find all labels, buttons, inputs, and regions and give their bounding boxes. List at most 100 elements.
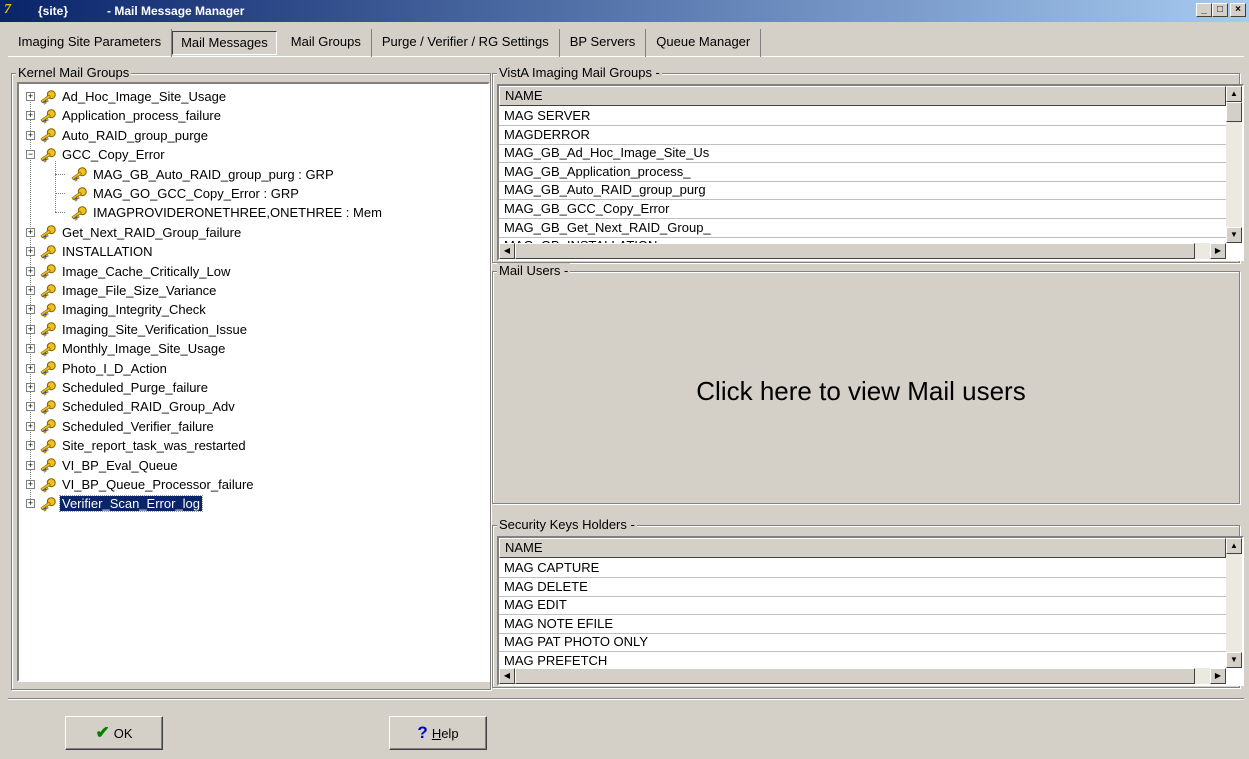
key-icon (38, 398, 58, 416)
expand-icon[interactable]: + (26, 363, 35, 373)
scroll-thumb[interactable] (515, 668, 1195, 684)
maximize-button[interactable]: □ (1212, 3, 1228, 17)
tab-mail-groups[interactable]: Mail Groups (281, 29, 372, 57)
tree-child-item[interactable]: IMAGPROVIDERONETHREE,ONETHREE : Mem (57, 203, 384, 222)
tree-child-item[interactable]: MAG_GO_GCC_Copy_Error : GRP (57, 184, 301, 203)
expand-icon[interactable]: + (26, 247, 35, 257)
tree-item[interactable]: + Scheduled_RAID_Group_Adv (26, 397, 237, 416)
vista-vertical-scrollbar[interactable]: ▲ ▼ (1226, 86, 1242, 243)
collapse-icon[interactable]: − (26, 150, 35, 160)
tree-item[interactable]: + VI_BP_Queue_Processor_failure (26, 475, 256, 494)
kernel-mail-groups-tree[interactable]: + Ad_Hoc_Image_Site_Usage + Application_pro… (17, 82, 490, 682)
tab-queue-manager[interactable]: Queue Manager (646, 29, 762, 57)
tree-item-label: VI_BP_Queue_Processor_failure (62, 477, 254, 492)
tree-item[interactable]: + Ad_Hoc_Image_Site_Usage (26, 87, 228, 106)
minimize-button[interactable]: _ (1196, 3, 1212, 17)
tree-item[interactable]: + Site_report_task_was_restarted (26, 436, 248, 455)
grid-row[interactable]: MAGDERROR (499, 126, 1226, 145)
expand-icon[interactable]: + (26, 266, 35, 276)
scroll-down-arrow-icon[interactable]: ▼ (1226, 227, 1242, 243)
scroll-left-arrow-icon[interactable]: ◀ (499, 668, 515, 684)
tree-item[interactable]: + Scheduled_Verifier_failure (26, 417, 216, 436)
close-button[interactable]: × (1230, 3, 1246, 17)
tree-item-label: MAG_GO_GCC_Copy_Error : GRP (93, 186, 299, 201)
grid-row[interactable]: MAG_GB_Application_process_ (499, 163, 1226, 182)
keys-vertical-scrollbar[interactable]: ▲ ▼ (1226, 538, 1242, 668)
grid-row[interactable]: MAG SERVER (499, 107, 1226, 126)
tree-item[interactable]: + Verifier_Scan_Error_log (26, 494, 204, 513)
view-mail-users-button[interactable]: Click here to view Mail users (491, 376, 1231, 407)
scroll-right-arrow-icon[interactable]: ▶ (1210, 243, 1226, 259)
key-icon (69, 185, 89, 203)
tree-item[interactable]: + Photo_I_D_Action (26, 359, 169, 378)
scroll-left-arrow-icon[interactable]: ◀ (499, 243, 515, 259)
tree-item[interactable]: + Imaging_Integrity_Check (26, 300, 208, 319)
tree-item-label: Application_process_failure (62, 108, 221, 124)
tab-bp-servers[interactable]: BP Servers (560, 29, 647, 57)
expand-icon[interactable]: + (26, 383, 35, 392)
scroll-up-arrow-icon[interactable]: ▲ (1226, 86, 1242, 102)
vista-horizontal-scrollbar[interactable]: ◀ ▶ (499, 243, 1226, 259)
scroll-up-arrow-icon[interactable]: ▲ (1226, 538, 1242, 554)
expand-icon[interactable]: + (26, 286, 35, 295)
expand-icon[interactable]: + (26, 227, 35, 237)
scroll-down-arrow-icon[interactable]: ▼ (1226, 652, 1242, 668)
tab-purge-verifier-rg-settings[interactable]: Purge / Verifier / RG Settings (372, 29, 560, 57)
security-keys-grid[interactable]: NAME MAG CAPTURE MAG DELETE MAG EDIT MAG NO… (497, 536, 1244, 686)
expand-icon[interactable]: + (26, 92, 35, 101)
vista-name-header[interactable]: NAME (499, 86, 1226, 106)
scroll-right-arrow-icon[interactable]: ▶ (1210, 668, 1226, 684)
tree-item[interactable]: + Image_Cache_Critically_Low (26, 262, 232, 281)
tree-item[interactable]: + Scheduled_Purge_failure (26, 378, 210, 397)
grid-row[interactable]: MAG_GB_Ad_Hoc_Image_Site_Us (499, 144, 1226, 164)
grid-row[interactable]: MAG_GB_GCC_Copy_Error (499, 200, 1226, 219)
keys-horizontal-scrollbar[interactable]: ◀ ▶ (499, 668, 1226, 684)
grid-row[interactable]: MAG PAT PHOTO ONLY (499, 633, 1226, 653)
expand-icon[interactable]: + (26, 421, 35, 431)
tree-item[interactable]: + Application_process_failure (26, 106, 223, 125)
expand-icon[interactable]: + (26, 305, 35, 315)
key-icon (69, 165, 89, 183)
tree-item[interactable]: − GCC_Copy_Error (26, 145, 167, 164)
expand-icon[interactable]: + (26, 324, 35, 334)
title-bar[interactable]: 7 {site} - Mail Message Manager _ □ × (0, 0, 1249, 22)
expand-icon[interactable]: + (26, 441, 35, 451)
expand-icon[interactable]: + (26, 111, 35, 121)
grid-row[interactable]: MAG EDIT (499, 596, 1226, 616)
grid-row[interactable]: MAG CAPTURE (499, 559, 1226, 578)
help-button[interactable]: ? Help (389, 716, 487, 750)
tree-item[interactable]: + Get_Next_RAID_Group_failure (26, 223, 243, 242)
tree-item-label: Scheduled_RAID_Group_Adv (62, 399, 235, 415)
tab-mail-messages[interactable]: Mail Messages (172, 31, 277, 55)
expand-icon[interactable]: + (26, 460, 35, 470)
tree-item[interactable]: + VI_BP_Eval_Queue (26, 456, 180, 475)
expand-icon[interactable]: + (26, 344, 35, 354)
ok-button[interactable]: ✔ OK (65, 716, 163, 750)
expand-icon[interactable]: + (26, 402, 35, 412)
scroll-thumb[interactable] (1226, 102, 1242, 122)
keys-name-header[interactable]: NAME (499, 538, 1226, 558)
tree-item[interactable]: + Monthly_Image_Site_Usage (26, 339, 227, 358)
vista-mail-groups-grid[interactable]: NAME MAG SERVER MAGDERROR MAG_GB_Ad_Hoc_Im… (497, 84, 1244, 261)
grid-row[interactable]: MAG_GB_Auto_RAID_group_purg (499, 181, 1226, 201)
expand-icon[interactable]: + (26, 499, 35, 509)
tree-item[interactable]: + Auto_RAID_group_purge (26, 126, 210, 145)
tree-item[interactable]: + Imaging_Site_Verification_Issue (26, 320, 249, 339)
expand-icon[interactable]: + (26, 480, 35, 489)
tree-item[interactable]: + INSTALLATION (26, 242, 155, 261)
tree-item-label: Get_Next_RAID_Group_failure (62, 224, 242, 240)
key-icon (38, 476, 58, 494)
expand-icon[interactable]: + (26, 130, 35, 140)
tab-imaging-site-parameters[interactable]: Imaging Site Parameters (8, 29, 173, 57)
tree-item[interactable]: + Image_File_Size_Variance (26, 281, 218, 300)
grid-row[interactable]: MAG_GB_Get_Next_RAID_Group_ (499, 219, 1226, 238)
key-icon (38, 320, 58, 338)
button-bar (8, 698, 1244, 756)
help-label-mnemonic: H (431, 725, 442, 741)
scroll-thumb[interactable] (515, 243, 1195, 259)
grid-row[interactable]: MAG NOTE EFILE (499, 615, 1226, 634)
key-icon (38, 146, 58, 164)
tree-child-item[interactable]: MAG_GB_Auto_RAID_group_purg : GRP (57, 165, 336, 184)
tree-item-label: GCC_Copy_Error (62, 147, 165, 163)
grid-row[interactable]: MAG DELETE (499, 578, 1226, 597)
